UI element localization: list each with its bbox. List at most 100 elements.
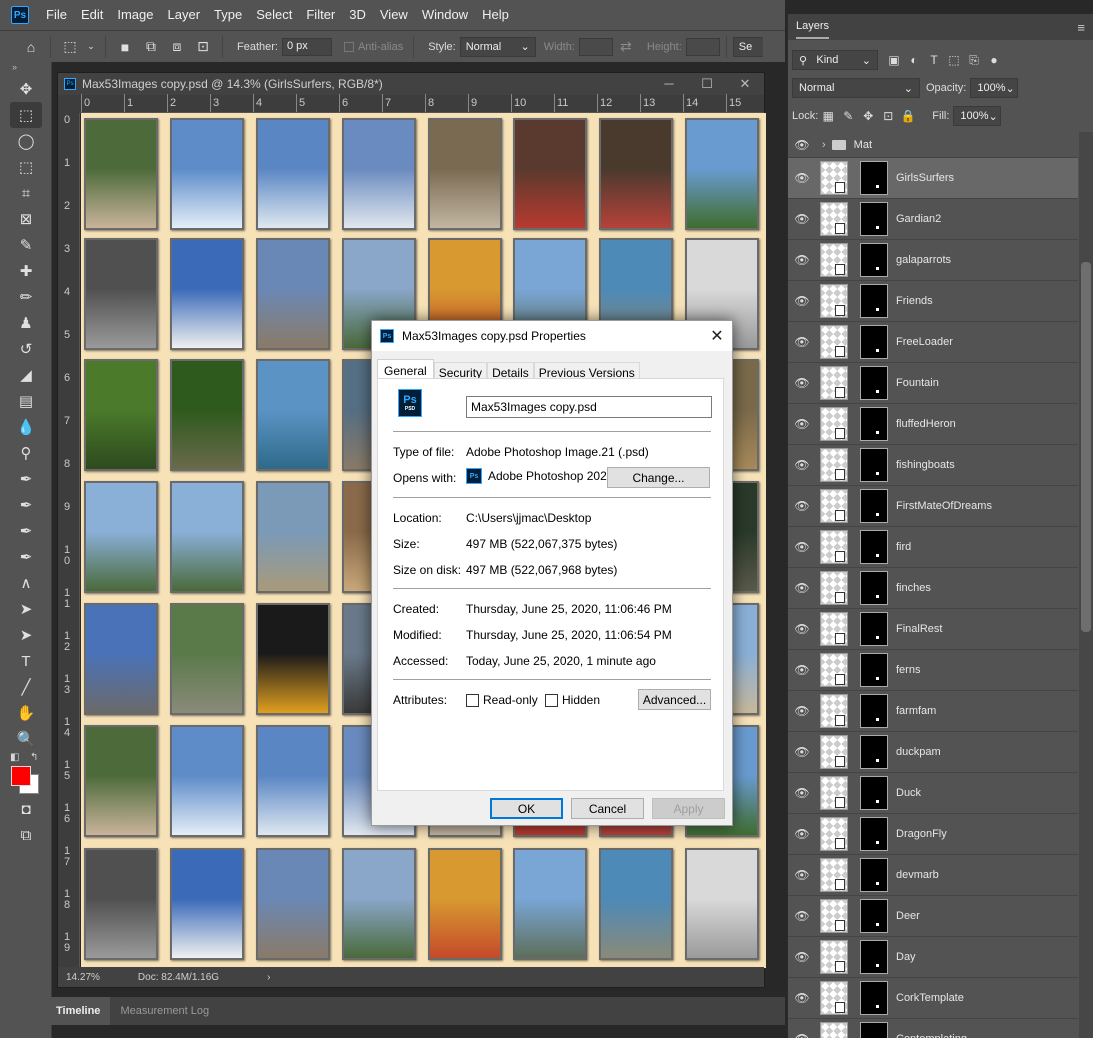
close-icon[interactable]: ✕	[726, 76, 764, 92]
layer-row[interactable]: 👁 GirlsSurfers	[788, 158, 1078, 199]
layer-row[interactable]: 👁 devmarb	[788, 855, 1078, 896]
layer-thumbnail[interactable]	[820, 694, 848, 728]
eye-icon[interactable]: 👁	[788, 171, 816, 185]
eye-icon[interactable]: 👁	[788, 622, 816, 636]
menu-window[interactable]: Window	[415, 0, 475, 30]
readonly-checkbox[interactable]: Read-only	[466, 693, 538, 708]
layer-row[interactable]: 👁 FirstMateOfDreams	[788, 486, 1078, 527]
layer-row[interactable]: 👁 DragonFly	[788, 814, 1078, 855]
layer-thumbnail[interactable]	[820, 858, 848, 892]
advanced-button[interactable]: Advanced...	[638, 689, 711, 710]
lock-artboard-icon[interactable]: ⊡	[878, 109, 898, 123]
eye-icon[interactable]: 👁	[788, 138, 816, 152]
layer-thumbnail[interactable]	[820, 1022, 848, 1038]
type-filter-icon[interactable]: T	[924, 53, 944, 67]
fill-input[interactable]: 100% ⌄	[953, 106, 1002, 126]
ruler-origin[interactable]	[58, 95, 80, 113]
layer-mask-thumbnail[interactable]	[860, 858, 888, 892]
layer-thumbnail[interactable]	[820, 407, 848, 441]
lock-image-icon[interactable]: ✎	[838, 109, 858, 123]
layer-row[interactable]: 👁 Deer	[788, 896, 1078, 937]
layer-thumbnail[interactable]	[820, 284, 848, 318]
cancel-button[interactable]: Cancel	[571, 798, 644, 819]
layer-mask-thumbnail[interactable]	[860, 284, 888, 318]
menu-3d[interactable]: 3D	[342, 0, 373, 30]
subtract-selection-icon[interactable]: ⧈	[168, 38, 186, 56]
filename-input[interactable]: Max53Images copy.psd	[466, 396, 712, 418]
layer-thumbnail[interactable]	[820, 448, 848, 482]
healing-brush-tool-icon[interactable]: ✚	[0, 258, 52, 284]
tab-measurement-log[interactable]: Measurement Log	[110, 997, 219, 1025]
layer-mask-thumbnail[interactable]	[860, 1022, 888, 1038]
expand-toolbar-icon[interactable]: »	[0, 62, 51, 76]
zoom-tool-icon[interactable]: 🔍	[0, 726, 52, 752]
marquee-tool-preset-icon[interactable]: ⬚	[61, 38, 79, 56]
layer-thumbnail[interactable]	[820, 243, 848, 277]
style-select[interactable]: Normal ⌄	[459, 36, 536, 57]
layer-row[interactable]: 👁 Contemplating	[788, 1019, 1078, 1038]
filter-kind-select[interactable]: ⚲ Kind ⌄	[792, 50, 878, 70]
minimize-icon[interactable]: ─	[650, 76, 688, 92]
layer-mask-thumbnail[interactable]	[860, 325, 888, 359]
object-selection-tool-icon[interactable]: ⬚	[0, 154, 52, 180]
menu-edit[interactable]: Edit	[74, 0, 110, 30]
screen-mode-icon[interactable]: ⧉	[0, 822, 52, 848]
layer-thumbnail[interactable]	[820, 325, 848, 359]
pen-tool-icon[interactable]: ✒	[0, 466, 52, 492]
apply-button[interactable]: Apply	[652, 798, 725, 819]
layer-mask-thumbnail[interactable]	[860, 653, 888, 687]
lock-all-icon[interactable]: 🔒	[898, 109, 918, 123]
eye-icon[interactable]: 👁	[788, 540, 816, 554]
quick-mask-icon[interactable]: ◘	[0, 796, 52, 822]
delete-anchor-tool-icon[interactable]: ✒	[0, 544, 52, 570]
add-anchor-tool-icon[interactable]: ✒	[0, 518, 52, 544]
history-brush-tool-icon[interactable]: ↺	[0, 336, 52, 362]
change-button[interactable]: Change...	[607, 467, 710, 488]
layer-mask-thumbnail[interactable]	[860, 940, 888, 974]
layer-mask-thumbnail[interactable]	[860, 817, 888, 851]
eye-icon[interactable]: 👁	[788, 1032, 816, 1038]
direct-selection-tool-icon[interactable]: ➤	[0, 622, 52, 648]
tab-timeline[interactable]: Timeline	[46, 997, 111, 1025]
dodge-tool-icon[interactable]: ⚲	[0, 440, 52, 466]
layer-thumbnail[interactable]	[820, 899, 848, 933]
freeform-pen-tool-icon[interactable]: ✒	[0, 492, 52, 518]
color-swatches[interactable]: ◧ ↰	[0, 752, 51, 796]
layer-thumbnail[interactable]	[820, 817, 848, 851]
move-tool-icon[interactable]: ✥	[0, 76, 52, 102]
eye-icon[interactable]: 👁	[788, 212, 816, 226]
layer-mask-thumbnail[interactable]	[860, 899, 888, 933]
eye-icon[interactable]: 👁	[788, 294, 816, 308]
layer-row[interactable]: 👁 fishingboats	[788, 445, 1078, 486]
menu-filter[interactable]: Filter	[299, 0, 342, 30]
close-icon[interactable]: ✕	[702, 326, 732, 346]
eye-icon[interactable]: 👁	[788, 663, 816, 677]
menu-image[interactable]: Image	[110, 0, 160, 30]
home-icon[interactable]: ⌂	[22, 38, 40, 56]
layer-thumbnail[interactable]	[820, 366, 848, 400]
eyedropper-tool-icon[interactable]: ✎	[0, 232, 52, 258]
eye-icon[interactable]: 👁	[788, 417, 816, 431]
layer-thumbnail[interactable]	[820, 981, 848, 1015]
layer-row[interactable]: 👁 finches	[788, 568, 1078, 609]
layer-thumbnail[interactable]	[820, 776, 848, 810]
clone-stamp-tool-icon[interactable]: ♟	[0, 310, 52, 336]
layer-row[interactable]: 👁 fluffedHeron	[788, 404, 1078, 445]
layer-row[interactable]: 👁 duckpam	[788, 732, 1078, 773]
layer-row[interactable]: 👁 Gardian2	[788, 199, 1078, 240]
layer-thumbnail[interactable]	[820, 735, 848, 769]
layer-row[interactable]: 👁 CorkTemplate	[788, 978, 1078, 1019]
layer-thumbnail[interactable]	[820, 530, 848, 564]
layer-thumbnail[interactable]	[820, 489, 848, 523]
zoom-level[interactable]: 14.27%	[66, 972, 100, 983]
layer-mask-thumbnail[interactable]	[860, 776, 888, 810]
layers-scrollbar[interactable]	[1079, 132, 1093, 1038]
ok-button[interactable]: OK	[490, 798, 563, 819]
layer-mask-thumbnail[interactable]	[860, 612, 888, 646]
opacity-input[interactable]: 100% ⌄	[970, 78, 1019, 98]
layer-thumbnail[interactable]	[820, 161, 848, 195]
path-selection-tool-icon[interactable]: ➤	[0, 596, 52, 622]
layer-mask-thumbnail[interactable]	[860, 694, 888, 728]
chevron-right-icon[interactable]: ›	[822, 139, 826, 151]
layer-row[interactable]: 👁 galaparrots	[788, 240, 1078, 281]
